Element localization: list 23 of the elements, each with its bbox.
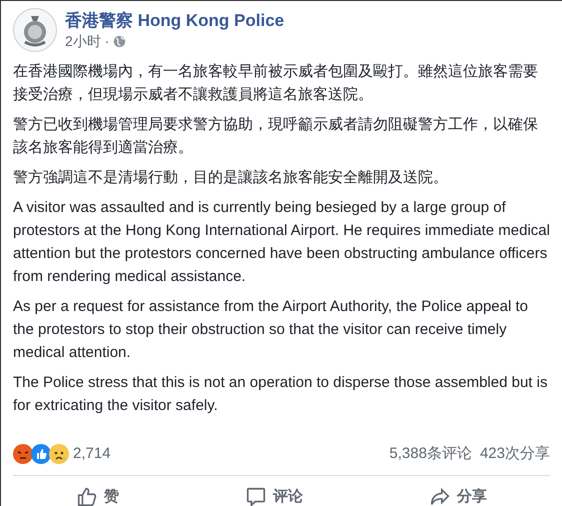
page-name[interactable]: 香港警察 Hong Kong Police bbox=[65, 10, 284, 32]
sad-face-icon bbox=[49, 444, 69, 464]
police-badge-avatar[interactable] bbox=[13, 8, 57, 52]
reaction-count[interactable]: 2,714 bbox=[73, 443, 111, 466]
post-paragraph: 警方已收到機場管理局要求警方協助，現呼籲示威者請勿阻礙警方工作，以確保該名旅客能得到適當治療。 bbox=[13, 115, 539, 158]
comment-count[interactable]: 5,388条评论 bbox=[389, 443, 472, 466]
share-arrow-icon bbox=[429, 486, 451, 506]
post-paragraph: As per a request for assistance from the Airport Authority, the Police appeal to the protestors to stop their obstruction so that the visitor can receive timely medical attention. bbox=[13, 297, 529, 363]
separator-dot: · bbox=[104, 32, 110, 50]
post-paragraph: 警方強調這不是清場行動，目的是讓該名旅客能安全離開及送院。 bbox=[13, 168, 449, 188]
post-time[interactable]: 2小时 bbox=[65, 32, 101, 50]
share-button[interactable]: 分享 bbox=[413, 486, 503, 506]
post-paragraph: 在香港國際機場內，有一名旅客較早前被示威者包圍及毆打。雖然這位旅客需要接受治療，但現場示威者不讓救護員將這名旅客送院。 bbox=[13, 62, 539, 105]
post-paragraph: The Police stress that this is not an operation to disperse those assembled but is for extricating the visitor safely. bbox=[13, 373, 548, 416]
share-count[interactable]: 423次分享 bbox=[480, 443, 550, 466]
speech-bubble-icon bbox=[245, 486, 267, 506]
like-button[interactable]: 赞 bbox=[60, 486, 135, 506]
like-icon bbox=[31, 444, 51, 464]
comment-button[interactable]: 评论 bbox=[229, 486, 319, 506]
angry-face-icon bbox=[13, 444, 33, 464]
globe-icon bbox=[113, 34, 126, 48]
post-paragraph: A visitor was assaulted and is currently being besieged by a large group of protestors at the Hong Kong International Airport. He requires immediate medical attention but the protestors concerned have been obstructing ambulance officers from rendering medical assistance. bbox=[13, 198, 550, 287]
thumbs-up-icon bbox=[76, 486, 98, 506]
